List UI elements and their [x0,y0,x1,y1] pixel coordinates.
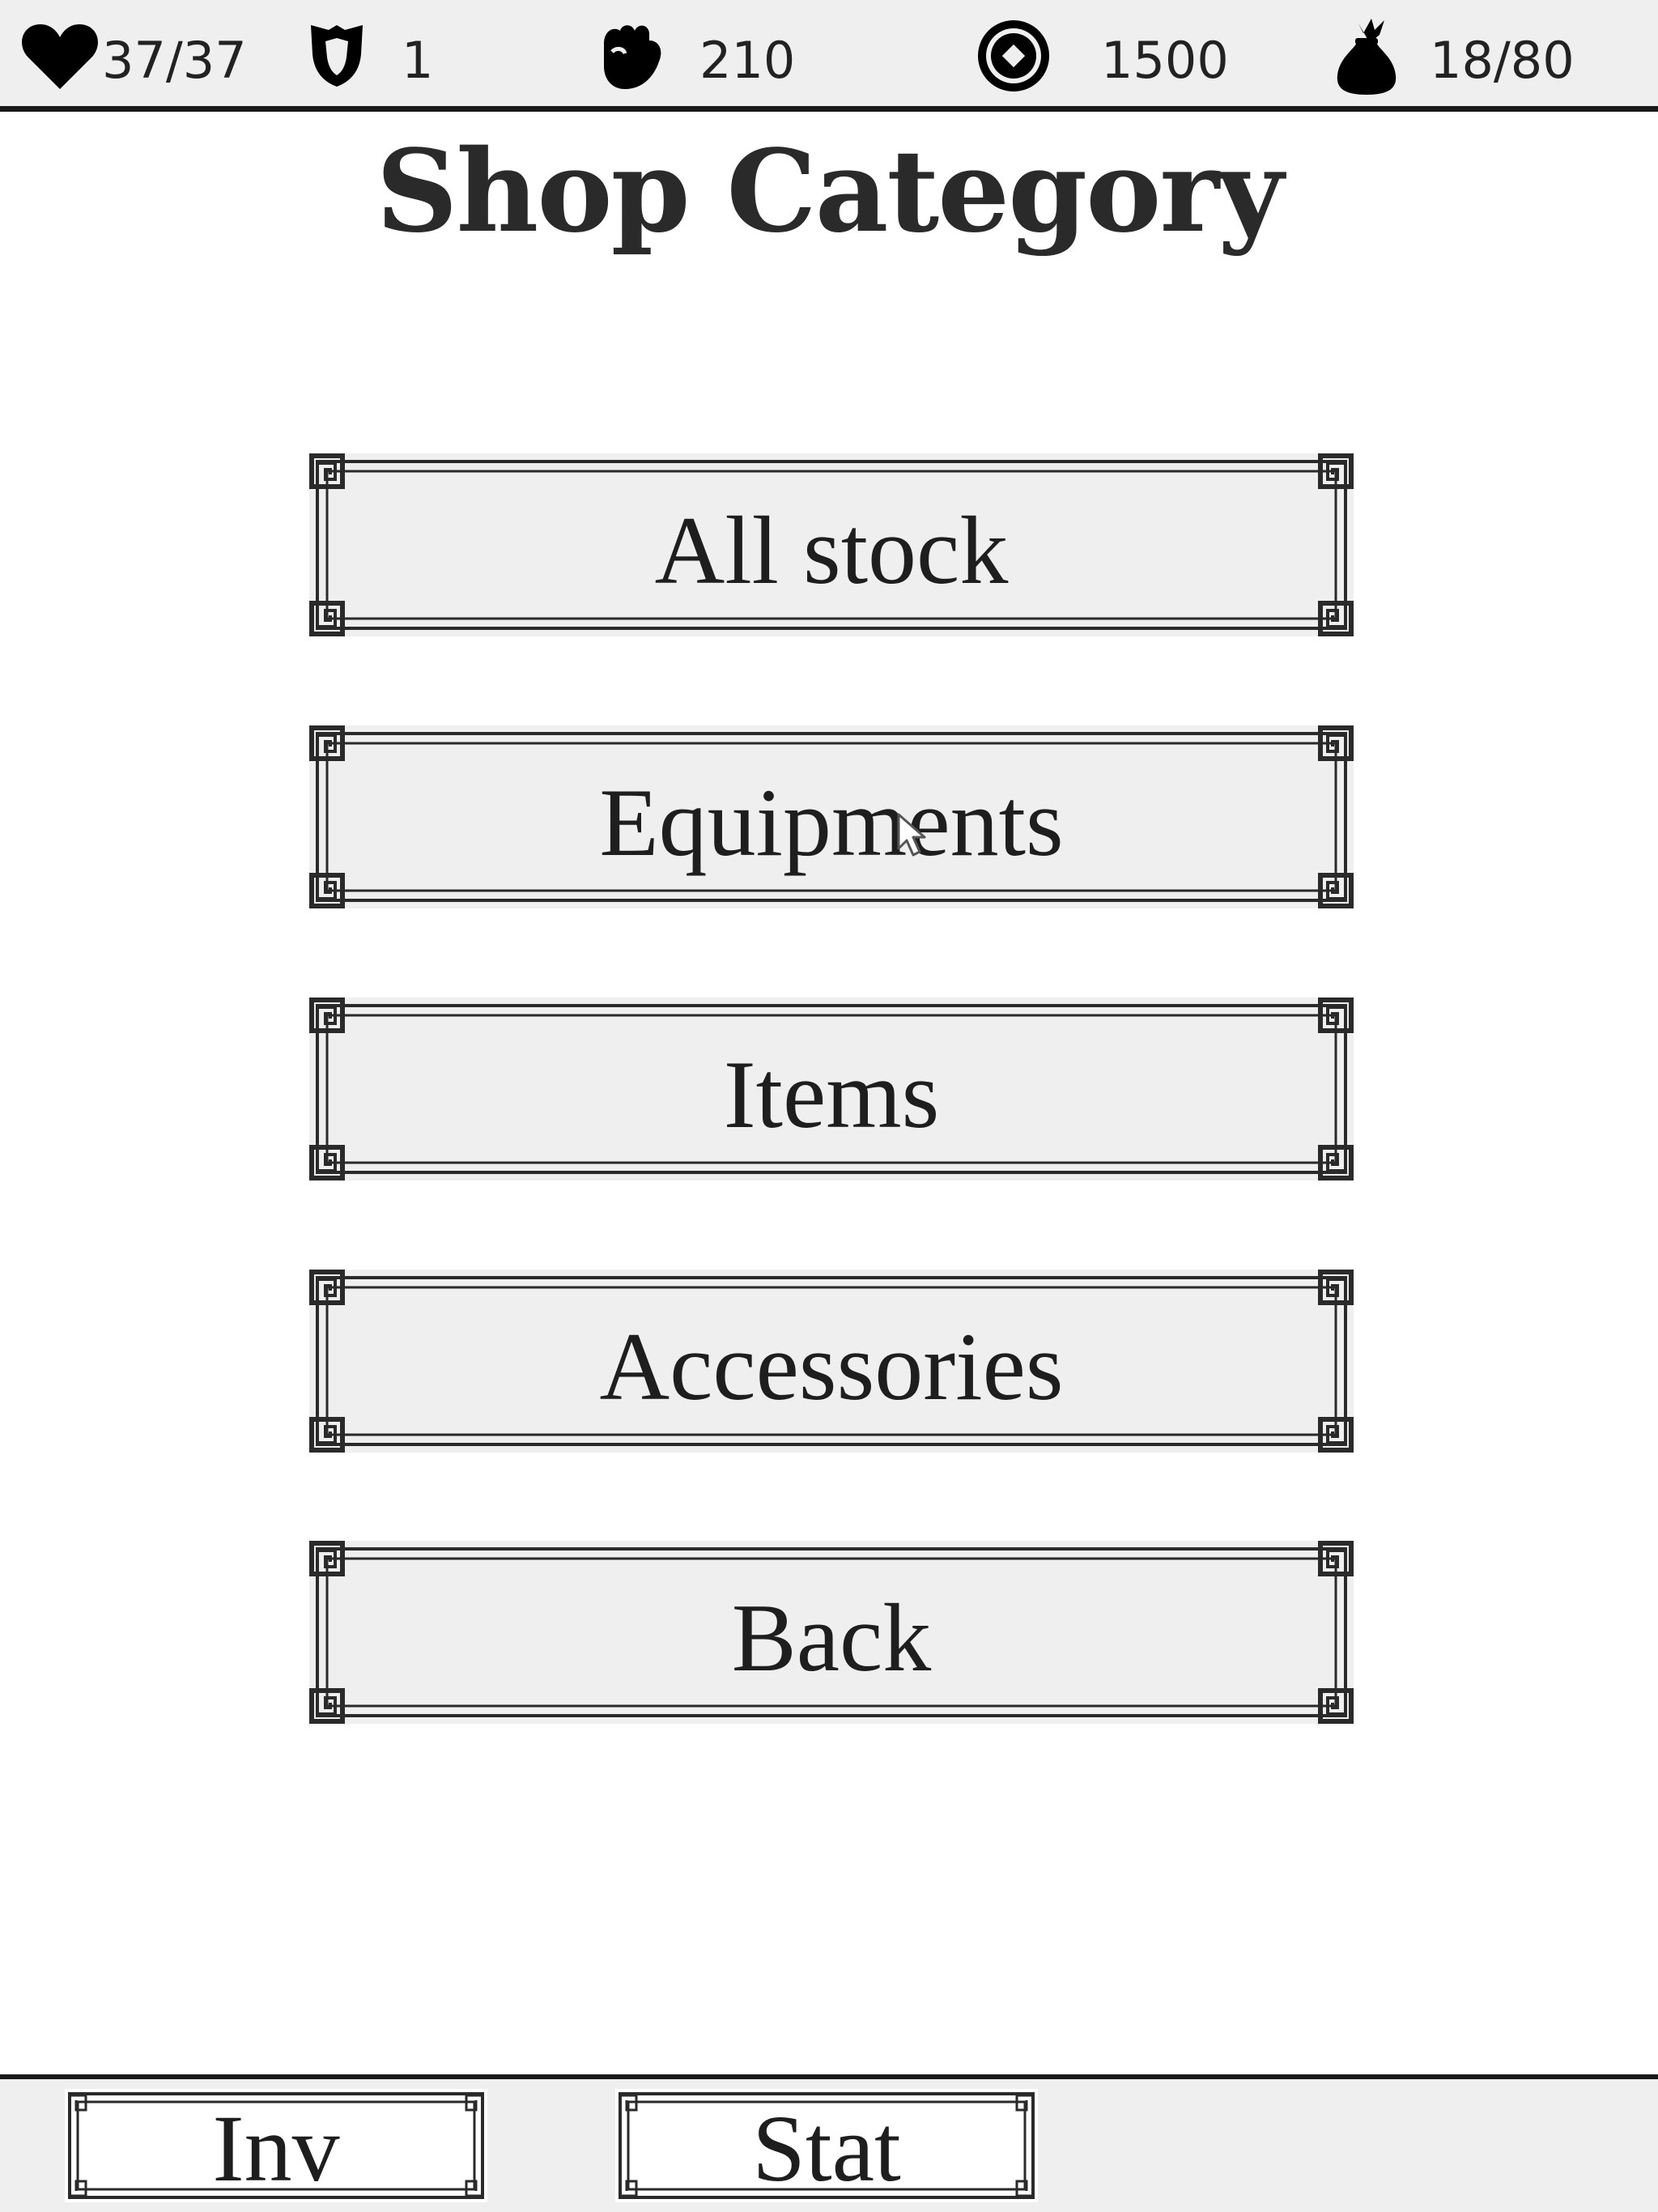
back-button[interactable]: Back [309,1541,1354,1724]
page-title: Shop Category [376,125,1283,258]
back-label: Back [731,1584,932,1691]
attack-value: 210 [699,31,796,90]
equipments-label: Equipments [599,768,1064,876]
attack-stat: 210 [596,11,795,100]
bag-value: 18/80 [1430,31,1575,90]
items-button[interactable]: Items [309,998,1354,1180]
status-bar: 37/37 1 210 1500 18/80 [0,0,1658,112]
hp-value: 37/37 [102,31,247,90]
accessories-label: Accessories [599,1312,1064,1420]
bag-icon [1334,15,1399,96]
heart-icon [21,21,99,91]
all-stock-button[interactable]: All stock [309,453,1354,636]
bag-stat: 18/80 [1334,11,1575,100]
stats-button[interactable]: Stat [615,2089,1038,2202]
gold-value: 1500 [1101,31,1229,90]
stats-label: Stat [752,2095,901,2201]
inventory-label: Inv [212,2095,340,2201]
mouse-cursor-icon [897,813,929,861]
defense-value: 1 [402,31,434,90]
defense-stat: 1 [308,11,433,100]
shield-icon [308,22,366,90]
equipments-button[interactable]: Equipments [309,725,1354,908]
coin-icon [975,17,1052,95]
items-label: Items [723,1040,940,1148]
fist-icon [596,19,664,92]
inventory-button[interactable]: Inv [65,2089,487,2202]
accessories-button[interactable]: Accessories [309,1270,1354,1453]
all-stock-label: All stock [654,496,1009,604]
gold-stat: 1500 [975,11,1229,100]
hp-stat: 37/37 [21,11,247,100]
